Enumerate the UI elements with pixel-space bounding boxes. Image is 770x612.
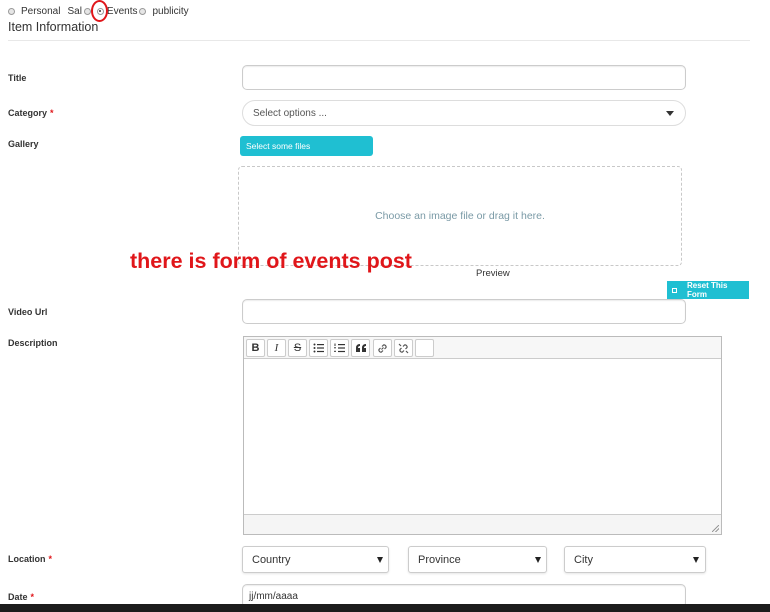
title-label: Title: [8, 73, 27, 83]
city-select[interactable]: City: [564, 546, 706, 573]
radio-publicity-button[interactable]: [138, 7, 146, 15]
bullet-list-icon[interactable]: [309, 339, 328, 357]
description-label: Description: [8, 338, 58, 348]
date-input-placeholder: jj/mm/aaaa: [249, 590, 298, 602]
category-select-value: Select options ...: [253, 107, 327, 119]
radio-sal-label[interactable]: Sal: [67, 6, 81, 17]
video-url-label: Video Url: [8, 307, 48, 317]
radio-personal[interactable]: Personal: [8, 6, 60, 17]
numbered-list-icon[interactable]: [330, 339, 349, 357]
category-required-mark: *: [50, 108, 54, 118]
section-title: Item Information: [8, 20, 99, 34]
location-label-text: Location: [8, 554, 46, 564]
date-label: Date *: [8, 592, 34, 602]
category-label: Category *: [8, 108, 54, 118]
country-select-value: Country: [252, 553, 291, 566]
radio-personal-button[interactable]: [8, 7, 15, 15]
select-files-button[interactable]: Select some files: [240, 136, 373, 156]
annotation-text: there is form of events post: [130, 249, 412, 273]
bold-icon[interactable]: B: [246, 339, 265, 357]
radio-publicity[interactable]: publicity: [138, 6, 189, 17]
description-editor: B I S: [243, 336, 722, 535]
date-required-mark: *: [30, 592, 35, 602]
chevron-down-icon: [535, 557, 541, 563]
square-icon: [672, 287, 677, 293]
section-divider: [8, 40, 750, 41]
dropzone-text: Choose an image file or drag it here.: [375, 210, 545, 222]
gallery-label: Gallery: [8, 139, 39, 149]
unlink-icon[interactable]: [394, 339, 413, 357]
resize-handle-icon[interactable]: [712, 525, 719, 532]
radio-sal-button[interactable]: [83, 7, 91, 15]
link-icon[interactable]: [373, 339, 392, 357]
bold-glyph: B: [251, 342, 260, 354]
chevron-down-icon: [377, 557, 383, 563]
province-select[interactable]: Province: [408, 546, 547, 573]
country-select[interactable]: Country: [242, 546, 389, 573]
annotation-circle: [91, 0, 108, 22]
province-select-value: Province: [418, 553, 461, 566]
radio-events-label[interactable]: Events: [107, 6, 138, 17]
location-required-mark: *: [48, 554, 53, 564]
category-select[interactable]: Select options ...: [242, 100, 686, 126]
editor-extra-button[interactable]: [415, 339, 434, 357]
preview-label: Preview: [476, 268, 510, 279]
title-input[interactable]: [242, 65, 686, 90]
reset-form-button[interactable]: Reset This Form: [667, 281, 749, 299]
editor-statusbar: [244, 514, 721, 534]
chevron-down-icon: [666, 111, 674, 116]
radio-publicity-label[interactable]: publicity: [153, 6, 189, 17]
city-select-value: City: [574, 553, 593, 566]
strikethrough-icon[interactable]: S: [288, 339, 307, 357]
radio-personal-label[interactable]: Personal: [21, 6, 60, 17]
italic-glyph: I: [274, 342, 279, 354]
reset-form-label: Reset This Form: [686, 281, 728, 299]
chevron-down-icon: [693, 557, 699, 563]
description-textarea[interactable]: [244, 359, 721, 514]
radio-sal[interactable]: Sal: [67, 6, 91, 17]
location-label: Location *: [8, 554, 52, 564]
date-label-text: Date: [8, 592, 28, 602]
quote-icon[interactable]: [351, 339, 370, 357]
editor-toolbar: B I S: [244, 337, 721, 359]
italic-icon[interactable]: I: [267, 339, 286, 357]
taskbar-strip: [0, 604, 770, 612]
strike-glyph: S: [293, 342, 302, 354]
video-url-input[interactable]: [242, 299, 686, 324]
category-label-text: Category: [8, 108, 48, 118]
